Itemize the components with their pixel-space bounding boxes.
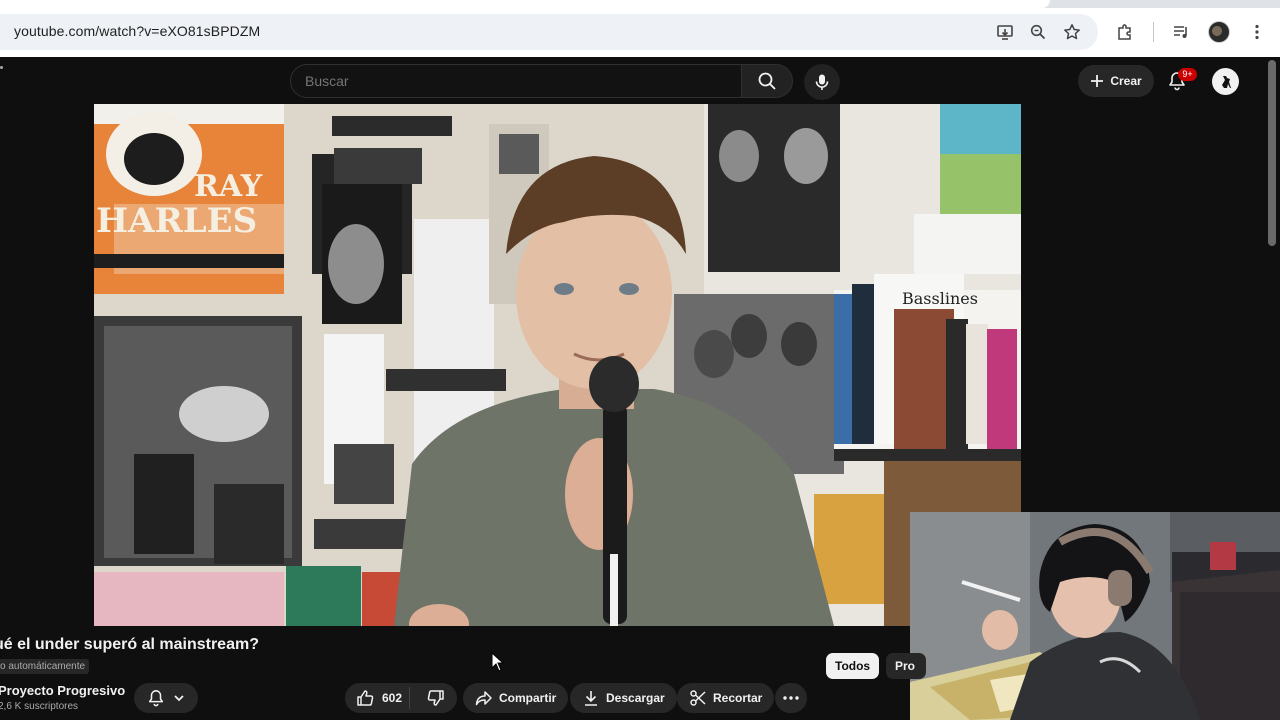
chevron-down-icon: [174, 695, 184, 702]
toolbar-divider: [1153, 22, 1154, 42]
browser-menu-icon[interactable]: [1247, 22, 1267, 42]
notification-badge: 9+: [1178, 68, 1197, 81]
dislike-button[interactable]: [416, 689, 457, 707]
media-controls-icon[interactable]: [1171, 22, 1191, 42]
scissors-icon: [690, 690, 706, 706]
subscription-bell-button[interactable]: [134, 683, 198, 713]
video-player[interactable]: RAY HARLES Basslines: [94, 104, 1021, 626]
youtube-masthead: Crear 9+: [0, 57, 1280, 105]
install-app-icon[interactable]: [995, 22, 1015, 42]
extensions-icon[interactable]: [1115, 22, 1135, 42]
microphone-icon: [815, 74, 829, 90]
video-title: ué el under superó al mainstream?: [0, 636, 259, 653]
like-button[interactable]: 602: [345, 687, 410, 709]
like-dislike-group: 602: [345, 683, 457, 713]
address-bar[interactable]: youtube.com/watch?v=eXO81sBPDZM: [0, 14, 1098, 50]
bookmark-star-icon[interactable]: [1062, 22, 1082, 42]
address-url[interactable]: youtube.com/watch?v=eXO81sBPDZM: [14, 23, 260, 39]
chip-all[interactable]: Todos: [826, 653, 880, 679]
clip-label: Recortar: [713, 691, 763, 705]
create-label: Crear: [1110, 74, 1142, 88]
auto-translated-badge: o automáticamente: [0, 659, 90, 674]
svg-text:HARLES: HARLES: [96, 201, 257, 241]
browser-profile-avatar[interactable]: [1208, 21, 1230, 43]
svg-text:Basslines: Basslines: [902, 289, 978, 308]
download-button[interactable]: Descargar: [570, 683, 677, 713]
share-button[interactable]: Compartir: [463, 683, 569, 713]
account-avatar[interactable]: [1212, 68, 1239, 95]
bell-icon: [148, 690, 164, 707]
clip-button[interactable]: Recortar: [677, 683, 775, 713]
share-icon: [475, 691, 492, 706]
scrollbar-thumb[interactable]: [1268, 60, 1276, 246]
like-count: 602: [382, 691, 403, 705]
zoom-icon[interactable]: [1028, 22, 1048, 42]
mouse-cursor-icon: [491, 652, 505, 672]
sidebar-edge: [0, 66, 3, 69]
search-button[interactable]: [741, 64, 793, 98]
plus-icon: [1091, 75, 1104, 87]
chip-next[interactable]: Pro: [886, 653, 926, 679]
browser-chrome: youtube.com/watch?v=eXO81sBPDZM: [0, 0, 1280, 57]
thumbs-up-icon: [357, 690, 374, 706]
thumbs-down-icon: [428, 690, 445, 706]
voice-search-button[interactable]: [804, 64, 840, 100]
video-frame: RAY HARLES Basslines: [94, 104, 1021, 626]
download-label: Descargar: [606, 691, 665, 705]
download-icon: [585, 691, 597, 706]
search-box[interactable]: [290, 64, 742, 98]
svg-text:RAY: RAY: [194, 169, 263, 204]
tab-strip: [0, 0, 1280, 8]
search-input[interactable]: [305, 73, 705, 89]
webcam-frame: [910, 512, 1280, 720]
share-label: Compartir: [499, 691, 557, 705]
subscriber-count: 2,6 K suscriptores: [0, 701, 79, 712]
more-horizontal-icon: [783, 696, 799, 700]
search-icon: [758, 72, 776, 90]
more-actions-button[interactable]: [775, 683, 807, 713]
channel-name[interactable]: Proyecto Progresivo: [0, 683, 125, 698]
webcam-overlay: [910, 512, 1280, 720]
create-button[interactable]: Crear: [1078, 65, 1154, 97]
